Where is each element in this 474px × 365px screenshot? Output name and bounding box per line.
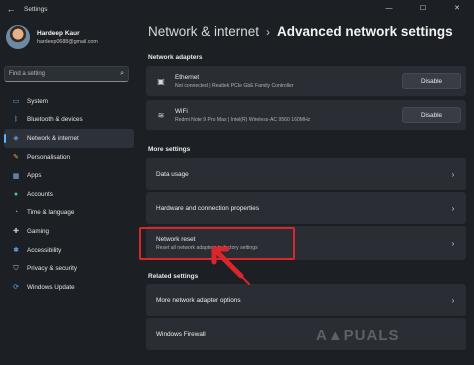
- search-icon[interactable]: ⌕: [120, 70, 124, 78]
- sidebar-item-gaming[interactable]: ✚ Gaming: [4, 222, 134, 241]
- person-icon: ●: [13, 190, 19, 198]
- breadcrumb: Network & internet › Advanced network se…: [148, 24, 453, 39]
- wifi-icon: ◈: [13, 135, 19, 143]
- breadcrumb-parent[interactable]: Network & internet: [148, 24, 259, 39]
- sidebar-item-personalisation[interactable]: ✎ Personalisation: [4, 148, 134, 167]
- disable-ethernet-button[interactable]: Disable: [402, 73, 461, 89]
- sidebar-item-apps[interactable]: ▦ Apps: [4, 166, 134, 185]
- sidebar: Hardeep Kaur hardeep0688@gmail.com Find …: [0, 18, 140, 365]
- globe-clock-icon: ◔: [13, 209, 19, 217]
- sidebar-nav: ▭ System ᛒ Bluetooth & devices ◈ Network…: [4, 92, 134, 297]
- sidebar-item-accessibility[interactable]: ✱ Accessibility: [4, 241, 134, 260]
- hardware-properties-item[interactable]: Hardware and connection properties ›: [146, 192, 466, 224]
- profile-name: Hardeep Kaur: [37, 29, 80, 37]
- chevron-right-icon: ›: [451, 295, 455, 305]
- monitor-icon: ▭: [12, 98, 20, 106]
- back-arrow-icon[interactable]: ←: [4, 4, 18, 14]
- sidebar-item-label: Privacy & security: [27, 265, 78, 273]
- sidebar-item-bluetooth[interactable]: ᛒ Bluetooth & devices: [4, 111, 134, 130]
- ethernet-icon: ▣: [157, 76, 165, 86]
- more-adapter-options-item[interactable]: More network adapter options ›: [146, 284, 466, 316]
- section-network-adapters: Network adapters: [148, 54, 203, 61]
- section-related-settings: Related settings: [148, 273, 199, 280]
- sidebar-item-windows-update[interactable]: ⟳ Windows Update: [4, 278, 134, 297]
- sidebar-item-network[interactable]: ◈ Network & internet: [4, 129, 134, 148]
- profile-email: hardeep0688@gmail.com: [37, 38, 98, 45]
- data-usage-item[interactable]: Data usage ›: [146, 158, 466, 190]
- main-pane: Network & internet › Advanced network se…: [140, 18, 474, 365]
- adapter-detail: Redmi Note 9 Pro Max | Intel(R) Wireless…: [175, 116, 311, 123]
- adapter-name: Ethernet: [175, 73, 200, 81]
- item-label: More network adapter options: [156, 296, 241, 304]
- sidebar-item-accounts[interactable]: ● Accounts: [4, 185, 134, 204]
- sidebar-item-label: Apps: [27, 172, 42, 180]
- page-title: Advanced network settings: [277, 24, 453, 39]
- app-title: Settings: [24, 5, 48, 13]
- minimize-icon[interactable]: —: [372, 0, 406, 16]
- accessibility-icon: ✱: [13, 247, 19, 255]
- window-controls: — ☐ ✕: [372, 0, 474, 16]
- sidebar-item-label: Accessibility: [27, 246, 62, 254]
- close-icon[interactable]: ✕: [440, 0, 474, 16]
- chevron-right-icon: ›: [451, 203, 455, 213]
- sidebar-item-privacy[interactable]: ⛉ Privacy & security: [4, 259, 134, 278]
- section-more-settings: More settings: [148, 146, 191, 153]
- item-label: Windows Firewall: [156, 330, 206, 338]
- adapter-ethernet[interactable]: ▣ Ethernet Not connected | Realtek PCIe …: [146, 66, 466, 96]
- brush-icon: ✎: [13, 154, 19, 162]
- search-input[interactable]: Find a setting ⌕: [4, 66, 129, 82]
- sidebar-item-label: Time & language: [27, 209, 75, 217]
- sidebar-item-label: Gaming: [27, 227, 50, 235]
- breadcrumb-separator: ›: [266, 24, 271, 39]
- sidebar-item-label: Bluetooth & devices: [27, 116, 83, 124]
- bluetooth-icon: ᛒ: [13, 116, 19, 124]
- apps-icon: ▦: [12, 172, 20, 180]
- adapter-detail: Not connected | Realtek PCIe GbE Family …: [175, 82, 294, 89]
- watermark: A▲PUALS: [316, 327, 400, 344]
- item-label: Data usage: [156, 170, 189, 178]
- sidebar-item-label: Windows Update: [27, 283, 75, 291]
- sidebar-item-label: Network & internet: [27, 134, 79, 142]
- windows-firewall-item[interactable]: Windows Firewall: [146, 318, 466, 350]
- avatar: [6, 25, 30, 49]
- sidebar-item-time-language[interactable]: ◔ Time & language: [4, 204, 134, 223]
- wifi-icon: ≋: [157, 110, 165, 120]
- maximize-icon[interactable]: ☐: [406, 0, 440, 16]
- sidebar-item-system[interactable]: ▭ System: [4, 92, 134, 111]
- shield-icon: ⛉: [13, 264, 19, 272]
- chevron-right-icon: ›: [451, 238, 455, 248]
- adapter-name: WiFi: [175, 107, 188, 115]
- sidebar-item-label: Personalisation: [27, 153, 71, 161]
- profile[interactable]: Hardeep Kaur hardeep0688@gmail.com: [0, 18, 140, 56]
- disable-wifi-button[interactable]: Disable: [402, 107, 461, 123]
- search-placeholder: Find a setting: [9, 71, 46, 77]
- chevron-right-icon: ›: [451, 169, 455, 179]
- annotation-arrow-icon: [211, 246, 250, 285]
- update-icon: ⟳: [13, 284, 19, 292]
- adapter-wifi[interactable]: ≋ WiFi Redmi Note 9 Pro Max | Intel(R) W…: [146, 100, 466, 130]
- sidebar-item-label: Accounts: [27, 190, 53, 198]
- sidebar-item-label: System: [27, 97, 48, 105]
- title-bar: ← Settings — ☐ ✕: [0, 0, 474, 18]
- item-label: Hardware and connection properties: [156, 204, 260, 212]
- gamepad-icon: ✚: [13, 228, 19, 236]
